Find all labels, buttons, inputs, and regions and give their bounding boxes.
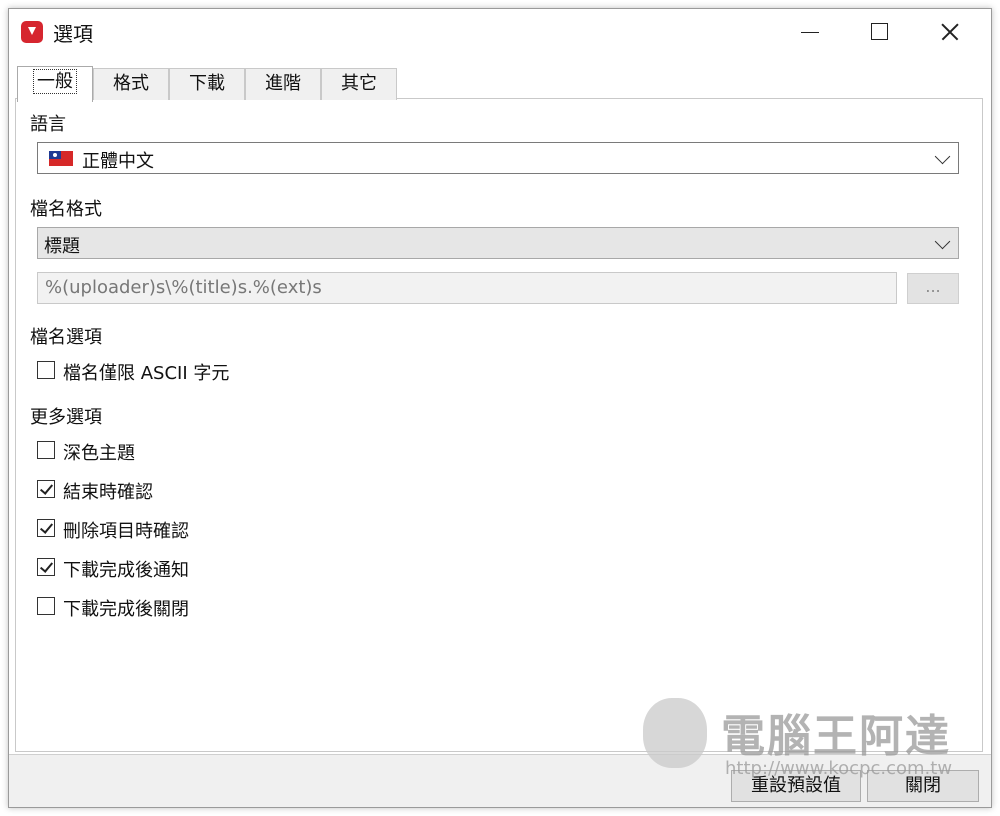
filename-format-select[interactable]: 標題 <box>37 227 959 259</box>
filename-format-label: 檔名格式 <box>30 199 102 220</box>
tab-general[interactable]: 一般 <box>17 66 93 102</box>
tab-general-label: 一般 <box>33 69 77 94</box>
ascii-only-checkbox[interactable] <box>37 361 55 379</box>
confirm-exit-label: 結束時確認 <box>63 482 153 503</box>
filename-format-value: 標題 <box>44 236 80 257</box>
language-value: 正體中文 <box>82 151 154 172</box>
language-select[interactable]: 正體中文 <box>37 142 959 174</box>
chevron-down-icon <box>934 148 951 165</box>
tab-download-label: 下載 <box>189 73 225 94</box>
browse-button[interactable]: ... <box>907 273 959 304</box>
ascii-only-label: 檔名僅限 ASCII 字元 <box>63 363 230 384</box>
tab-other[interactable]: 其它 <box>321 68 397 100</box>
dialog-footer: 重設預設值 關閉 <box>9 755 991 807</box>
dark-theme-checkbox[interactable] <box>37 441 55 459</box>
options-window: 選項 一般 格式 下載 進階 其它 語言 正體中文 檔名格式 標題 %(uplo… <box>8 8 992 808</box>
chevron-down-icon <box>934 233 951 250</box>
maximize-button[interactable] <box>845 9 915 55</box>
window-title: 選項 <box>53 22 93 46</box>
filename-options-label: 檔名選項 <box>30 327 102 348</box>
tab-format-label: 格式 <box>113 73 149 94</box>
close-after-download-label: 下載完成後關閉 <box>63 599 189 620</box>
close-window-button[interactable] <box>915 9 985 55</box>
confirm-exit-checkbox[interactable] <box>37 480 55 498</box>
title-bar[interactable]: 選項 <box>9 9 991 55</box>
confirm-delete-label: 刪除項目時確認 <box>63 521 189 542</box>
tab-other-label: 其它 <box>341 73 377 94</box>
app-download-icon <box>21 21 43 43</box>
tab-strip: 一般 格式 下載 進階 其它 <box>17 66 517 106</box>
notify-complete-label: 下載完成後通知 <box>63 560 189 581</box>
notify-complete-checkbox[interactable] <box>37 558 55 576</box>
dark-theme-label: 深色主題 <box>63 443 135 464</box>
confirm-delete-checkbox[interactable] <box>37 519 55 537</box>
language-label: 語言 <box>30 114 66 135</box>
tab-advanced-label: 進階 <box>265 73 301 94</box>
tab-download[interactable]: 下載 <box>169 68 245 100</box>
taiwan-flag-icon <box>49 151 73 166</box>
close-after-download-checkbox[interactable] <box>37 597 55 615</box>
filename-template-input[interactable]: %(uploader)s\%(title)s.%(ext)s <box>37 272 897 304</box>
general-tab-panel <box>15 98 983 752</box>
minimize-button[interactable] <box>775 9 845 55</box>
reset-defaults-button[interactable]: 重設預設值 <box>731 770 861 802</box>
tab-format[interactable]: 格式 <box>93 68 169 100</box>
close-button[interactable]: 關閉 <box>867 770 979 802</box>
tab-advanced[interactable]: 進階 <box>245 68 321 100</box>
more-options-label: 更多選項 <box>30 407 102 428</box>
